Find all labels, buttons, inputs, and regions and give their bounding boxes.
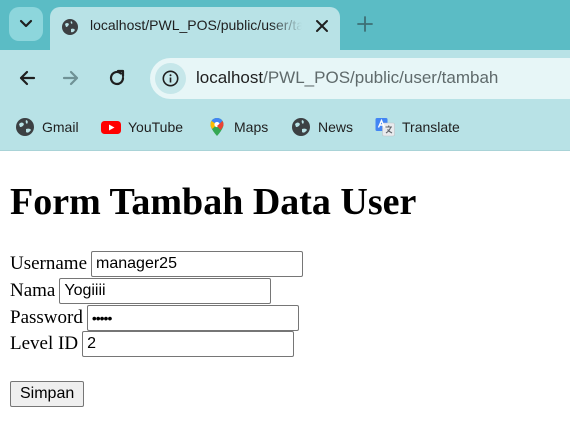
bookmark-translate[interactable]: Translate (375, 116, 460, 138)
bookmark-maps[interactable]: Maps (207, 116, 268, 138)
bookmark-label: Gmail (42, 119, 79, 135)
active-tab[interactable]: localhost/PWL_POS/public/user/tambah (50, 7, 340, 50)
username-field[interactable] (91, 251, 304, 277)
bookmarks-bar: Gmail YouTube Maps News Translate (0, 106, 570, 151)
translate-icon (375, 118, 395, 137)
url-host: localhost (196, 68, 264, 87)
chevron-down-icon (19, 19, 33, 28)
level-id-field[interactable] (82, 331, 295, 357)
site-info-button[interactable] (155, 63, 186, 94)
nama-label: Nama (10, 280, 56, 301)
globe-icon (292, 118, 310, 136)
tab-search-button[interactable] (9, 7, 43, 41)
username-label: Username (10, 253, 88, 274)
new-tab-plus-icon[interactable] (356, 15, 374, 33)
password-label: Password (10, 307, 83, 328)
bookmark-youtube[interactable]: YouTube (101, 116, 183, 138)
tab-strip: localhost/PWL_POS/public/user/tambah (0, 0, 570, 50)
simpan-button[interactable]: Simpan (10, 381, 85, 407)
maps-pin-icon (210, 118, 224, 136)
level-id-label: Level ID (10, 333, 79, 354)
forward-arrow-icon[interactable] (60, 67, 82, 89)
globe-icon (16, 118, 34, 136)
bookmark-gmail[interactable]: Gmail (15, 116, 79, 138)
password-field[interactable]: ••••• (86, 305, 299, 331)
back-arrow-icon[interactable] (16, 67, 38, 89)
nama-row: Nama (10, 278, 272, 304)
url-path: /PWL_POS/public/user/tambah (263, 68, 499, 87)
tab-title: localhost/PWL_POS/public/user/tambah (90, 17, 302, 33)
page-title: Form Tambah Data User (10, 181, 417, 223)
username-row: Username (10, 251, 304, 277)
bookmark-label: Maps (234, 119, 269, 135)
close-icon[interactable] (313, 17, 331, 35)
bookmark-label: Translate (402, 119, 460, 135)
password-row: Password ••••• (10, 305, 299, 331)
nama-field[interactable] (59, 278, 272, 304)
globe-icon (62, 19, 78, 35)
bookmark-news[interactable]: News (291, 116, 353, 138)
navigation-toolbar: localhost/PWL_POS/public/user/tambah (0, 50, 570, 106)
bookmark-label: News (318, 119, 354, 135)
url-text: localhost/PWL_POS/public/user/tambah (196, 68, 498, 88)
youtube-icon (101, 121, 121, 134)
level-id-row: Level ID (10, 331, 295, 357)
info-icon (162, 70, 179, 87)
reload-icon[interactable] (106, 67, 128, 89)
address-bar[interactable]: localhost/PWL_POS/public/user/tambah (150, 58, 570, 99)
bookmark-label: YouTube (128, 119, 184, 135)
